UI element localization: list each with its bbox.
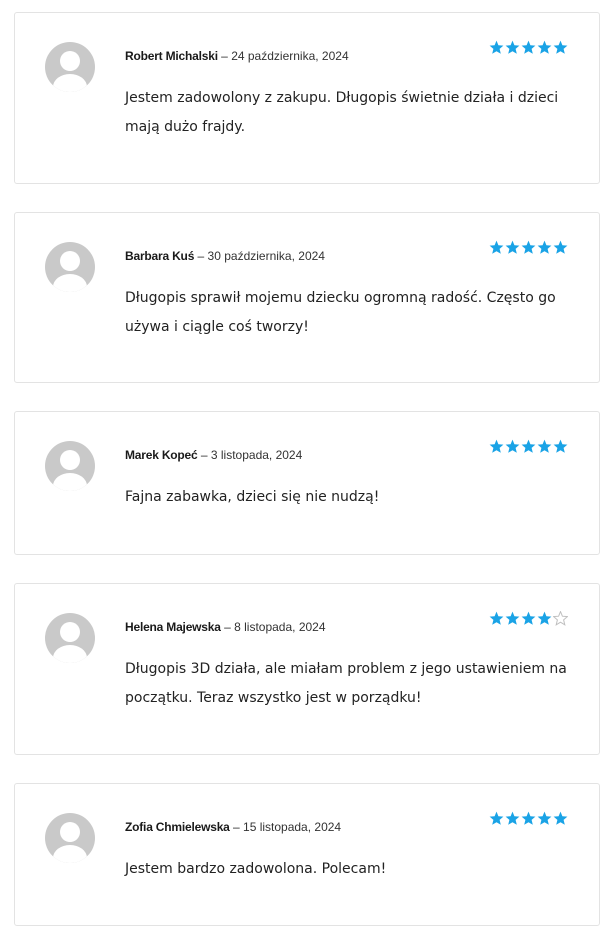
avatar-icon (45, 42, 95, 92)
review-card: Robert Michalski – 24 października, 2024… (14, 12, 600, 184)
star-filled-icon (489, 40, 504, 54)
review-author: Helena Majewska (125, 620, 221, 634)
review-meta: Robert Michalski – 24 października, 2024 (125, 49, 349, 63)
star-empty-icon (553, 611, 568, 626)
star-filled-icon (489, 439, 504, 453)
star-filled-icon (505, 811, 520, 825)
star-filled-icon (553, 811, 568, 825)
star-filled-icon (489, 240, 504, 254)
review-card: Barbara Kuś – 30 października, 2024 Dług… (14, 212, 600, 383)
star-filled-icon (505, 240, 520, 254)
review-meta: Helena Majewska – 8 listopada, 2024 (125, 620, 326, 634)
review-author: Marek Kopeć (125, 448, 198, 462)
star-filled-icon (489, 811, 504, 825)
star-filled-icon (553, 40, 568, 54)
review-card: Zofia Chmielewska – 15 listopada, 2024 J… (14, 783, 600, 926)
review-date: 8 listopada, 2024 (234, 620, 326, 634)
star-filled-icon (521, 439, 536, 453)
star-filled-icon (489, 611, 504, 625)
star-rating (489, 40, 568, 55)
review-date: 3 listopada, 2024 (210, 448, 303, 462)
review-author: Zofia Chmielewska (125, 820, 230, 834)
star-filled-icon (537, 811, 552, 825)
avatar-icon (45, 441, 95, 491)
review-meta: Zofia Chmielewska – 15 listopada, 2024 (125, 820, 341, 834)
star-rating (489, 439, 568, 454)
review-text: Fajna zabawka, dzieci się nie nudzą! (125, 489, 380, 505)
review-date: 24 października, 2024 (231, 49, 349, 63)
star-filled-icon (553, 439, 568, 453)
review-date: 30 października, 2024 (207, 249, 325, 263)
star-filled-icon (521, 40, 536, 54)
review-text: Jestem bardzo zadowolona. Polecam! (125, 861, 387, 877)
star-filled-icon (505, 439, 520, 453)
star-filled-icon (521, 240, 536, 254)
review-text: Długopis sprawił mojemu dziecku ogromną … (125, 290, 556, 335)
review-card: Marek Kopeć – 3 listopada, 2024 Fajna za… (14, 411, 600, 555)
star-filled-icon (505, 40, 520, 54)
avatar-icon (45, 242, 95, 292)
star-filled-icon (537, 439, 552, 453)
star-rating (489, 811, 568, 826)
star-filled-icon (505, 611, 520, 625)
star-filled-icon (537, 40, 552, 54)
date-separator: – (221, 49, 228, 63)
star-rating (489, 611, 568, 626)
date-separator: – (200, 448, 208, 462)
review-text: Długopis 3D działa, ale miałam problem z… (125, 661, 567, 706)
star-filled-icon (553, 240, 568, 254)
review-meta: Barbara Kuś – 30 października, 2024 (125, 249, 325, 263)
date-separator: – (224, 620, 231, 634)
review-author: Robert Michalski (125, 49, 218, 63)
star-filled-icon (537, 240, 552, 254)
review-text: Jestem zadowolony z zakupu. Długopis świ… (125, 90, 559, 135)
star-rating (489, 240, 568, 255)
avatar-icon (45, 813, 95, 863)
date-separator: – (197, 249, 205, 263)
star-filled-icon (521, 611, 536, 625)
review-author: Barbara Kuś (125, 249, 195, 263)
star-filled-icon (537, 611, 552, 625)
avatar-icon (45, 613, 95, 663)
star-filled-icon (521, 811, 536, 825)
date-separator: – (232, 820, 240, 834)
review-card: Helena Majewska – 8 listopada, 2024 Dług… (14, 583, 600, 755)
reviews-list: Robert Michalski – 24 października, 2024… (0, 0, 615, 938)
review-meta: Marek Kopeć – 3 listopada, 2024 (125, 448, 302, 462)
review-date: 15 listopada, 2024 (243, 820, 342, 834)
